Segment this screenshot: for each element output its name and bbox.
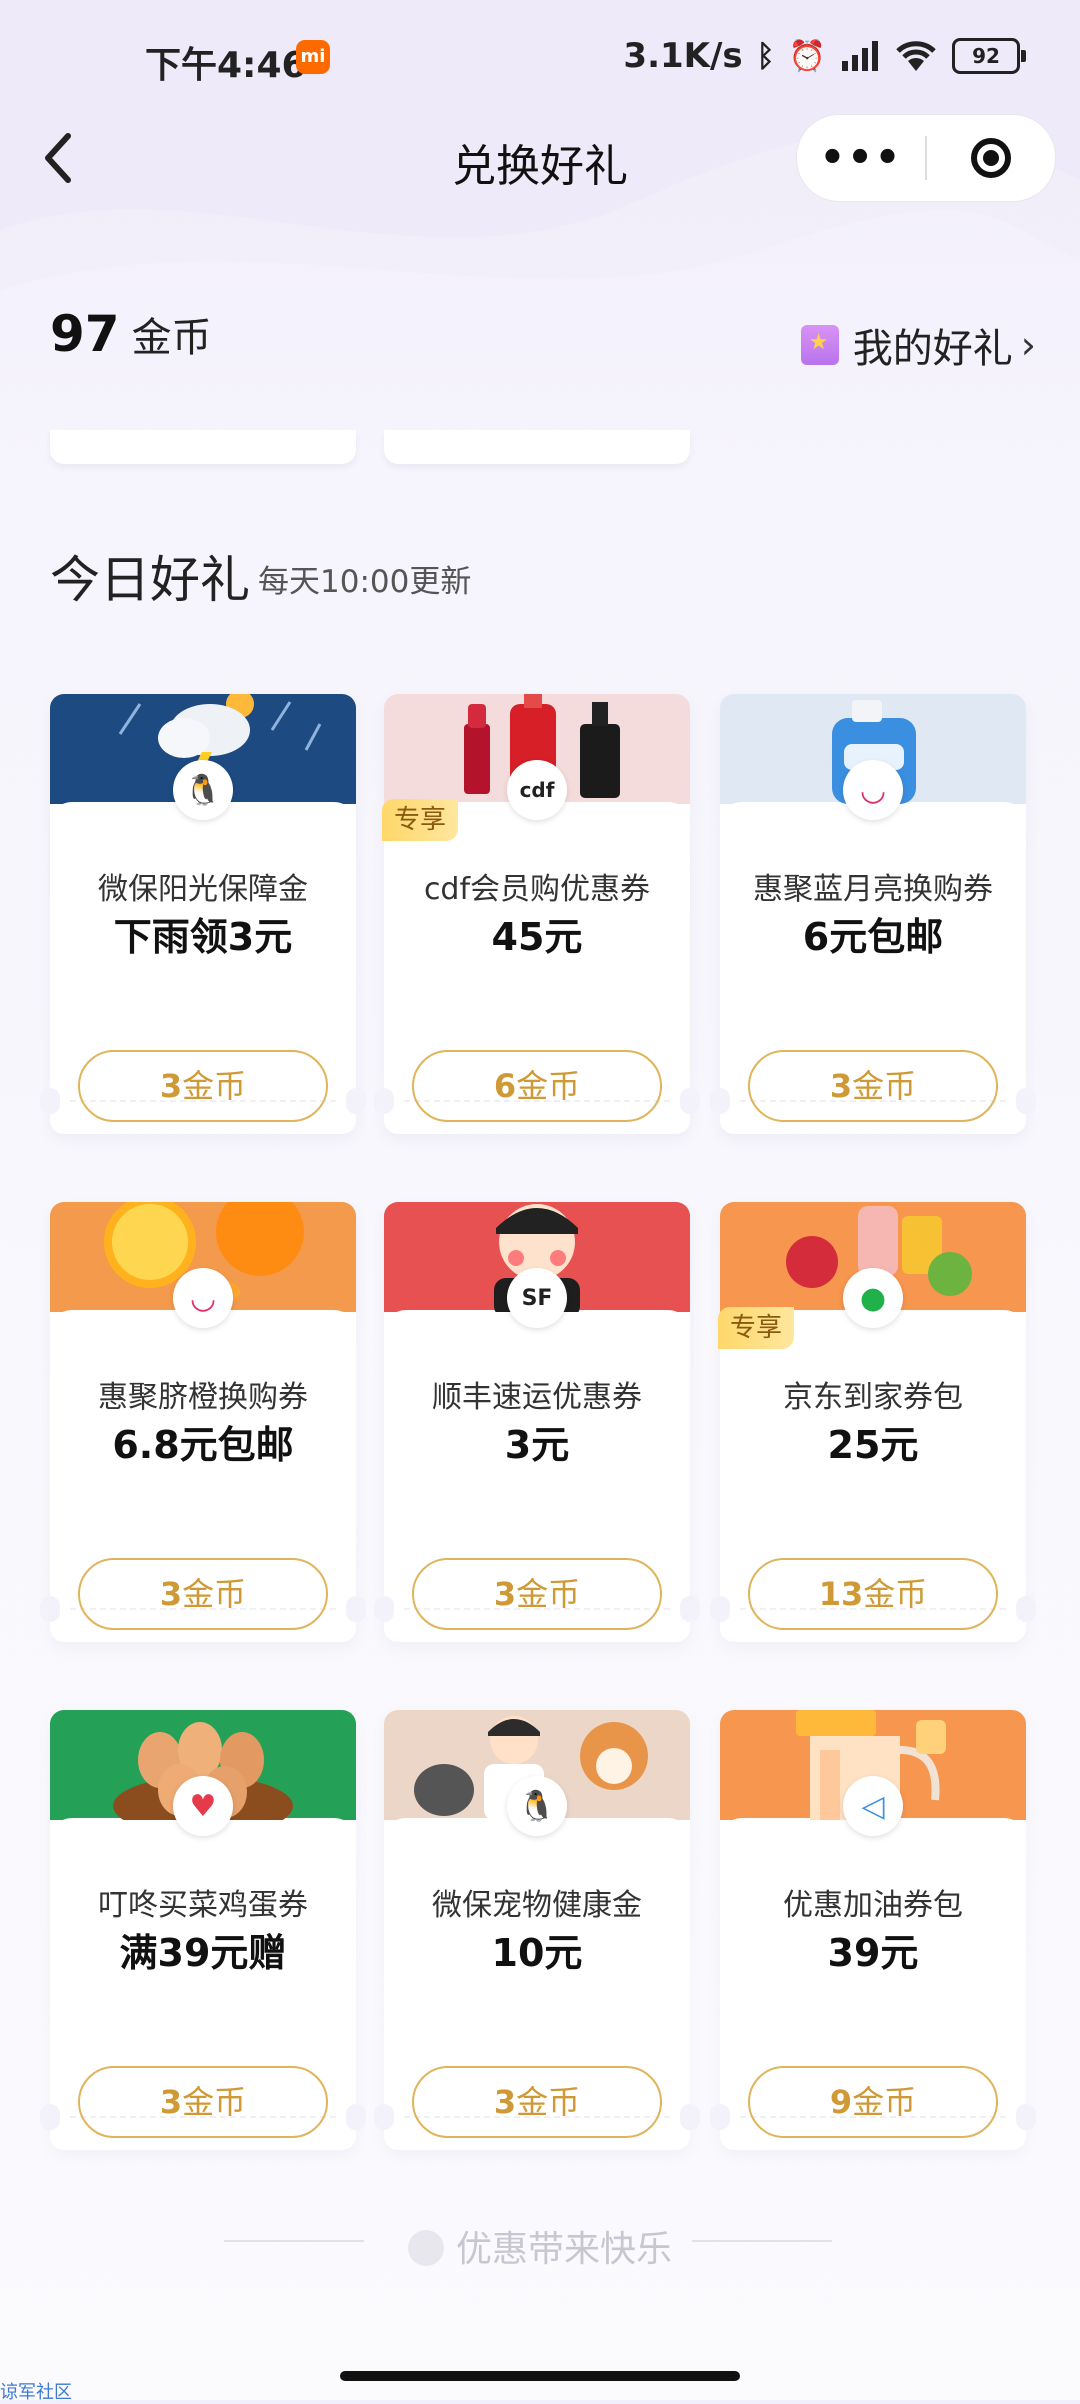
exclusive-tag: 专享 (382, 799, 459, 841)
gift-card[interactable]: ◁ 优惠加油券包 39元 9金币 (710, 1710, 1036, 2150)
coin-amount: 97 (50, 305, 120, 363)
redeem-button[interactable]: 3金币 (78, 1050, 328, 1122)
redeem-cost: 3 (829, 1067, 853, 1105)
redeem-cost: 3 (159, 1067, 183, 1105)
redeem-coin-label: 金币 (182, 1067, 247, 1105)
chevron-right-icon: › (1020, 323, 1036, 367)
redeem-button[interactable]: 3金币 (412, 1558, 662, 1630)
gift-card[interactable]: SF 顺丰速运优惠券 3元 3金币 (374, 1202, 700, 1642)
footer: 优惠带来快乐 (0, 2210, 1080, 2270)
gift-card[interactable]: ◡ 惠聚蓝月亮换购券 6元包邮 3金币 (710, 694, 1036, 1134)
card-brand: 惠聚脐橙换购券 (98, 1380, 308, 1415)
scrolled-card-remnant (384, 430, 690, 464)
target-icon (971, 138, 1011, 178)
wifi-icon (896, 41, 936, 71)
section-subtitle: 每天10:00更新 (258, 564, 472, 600)
card-brand: 惠聚蓝月亮换购券 (753, 872, 993, 907)
redeem-button[interactable]: 13金币 (748, 1558, 998, 1630)
cdf-logo: cdf (507, 760, 567, 820)
nav-bar: 兑换好礼 ••• (0, 110, 1080, 210)
card-brand: cdf会员购优惠券 (423, 872, 651, 907)
redeem-coin-label: 金币 (852, 2083, 917, 2121)
card-value: 下雨领3元 (113, 915, 293, 959)
gift-card[interactable]: 🐧 微保宠物健康金 10元 3金币 (374, 1710, 700, 2150)
card-brand: 微保阳光保障金 (98, 872, 308, 907)
card-value: 3元 (504, 1423, 570, 1467)
redeem-button[interactable]: 3金币 (78, 2066, 328, 2138)
card-brand: 顺丰速运优惠券 (432, 1380, 642, 1415)
network-speed: 3.1K/s (623, 36, 743, 76)
redeem-coin-label: 金币 (863, 1575, 928, 1613)
penguin-icon: 🐧 (173, 760, 233, 820)
exclusive-tag: 专享 (718, 1307, 795, 1349)
battery-icon: 92 (952, 38, 1026, 74)
redeem-button[interactable]: 3金币 (412, 2066, 662, 2138)
card-brand: 优惠加油券包 (783, 1888, 963, 1923)
coin-balance: 97 金币 (50, 305, 212, 363)
dingdong-icon: ♥ (173, 1776, 233, 1836)
redeem-coin-label: 金币 (182, 2083, 247, 2121)
card-value: 45元 (491, 915, 583, 959)
penguin-icon: 🐧 (507, 1776, 567, 1836)
redeem-button[interactable]: 6金币 (412, 1050, 662, 1122)
redeem-cost: 9 (829, 2083, 853, 2121)
redeem-cost: 3 (159, 2083, 183, 2121)
mi-badge-icon: mi (296, 40, 330, 74)
redeem-coin-label: 金币 (516, 2083, 581, 2121)
redeem-coin-label: 金币 (852, 1067, 917, 1105)
happy-icon (407, 2230, 444, 2266)
card-value: 10元 (491, 1931, 583, 1975)
card-value: 6.8元包邮 (112, 1423, 294, 1467)
card-brand: 叮咚买菜鸡蛋券 (98, 1888, 308, 1923)
home-indicator[interactable] (340, 2371, 740, 2381)
card-value: 满39元赠 (119, 1931, 287, 1975)
coin-unit: 金币 (131, 315, 212, 361)
footer-text: 优惠带来快乐 (455, 2229, 672, 2270)
redeem-cost: 3 (159, 1575, 183, 1613)
card-value: 39元 (827, 1931, 919, 1975)
gift-card[interactable]: 专享 cdf cdf会员购优惠券 45元 6金币 (374, 694, 700, 1134)
signal-icon (842, 41, 878, 71)
alarm-icon: ⏰ (788, 38, 826, 74)
jd-dog-icon: ● (843, 1268, 903, 1328)
footer-slogan: 优惠带来快乐 (0, 2220, 1080, 2272)
gift-box-icon (800, 325, 839, 365)
redeem-cost: 3 (493, 2083, 517, 2121)
gift-card[interactable]: 🐧 微保阳光保障金 下雨领3元 3金币 (40, 694, 366, 1134)
fuel-icon: ◁ (843, 1776, 903, 1836)
my-gifts-link[interactable]: 我的好礼 › (800, 316, 1036, 374)
miniapp-capsule: ••• (796, 114, 1056, 202)
watermark-text: 谅军社区 (0, 2382, 72, 2403)
close-button[interactable] (927, 138, 1055, 178)
redeem-coin-label: 金币 (516, 1067, 581, 1105)
sf-icon: SF (507, 1268, 567, 1328)
status-bar: 下午4:46 mi 3.1K/s ᛒ ⏰ 92 (0, 0, 1080, 120)
my-gifts-label: 我的好礼 (852, 326, 1013, 372)
redeem-cost: 13 (818, 1575, 864, 1613)
status-time: 下午4:46 (145, 45, 307, 86)
huiju-icon: ◡ (843, 760, 903, 820)
redeem-coin-label: 金币 (182, 1575, 247, 1613)
gift-card[interactable]: ♥ 叮咚买菜鸡蛋券 满39元赠 3金币 (40, 1710, 366, 2150)
redeem-cost: 6 (493, 1067, 517, 1105)
status-right: 3.1K/s ᛒ ⏰ 92 (623, 36, 1026, 76)
gift-card[interactable]: ◡ 惠聚脐橙换购券 6.8元包邮 3金币 (40, 1202, 366, 1642)
section-title: 今日好礼 (50, 551, 250, 609)
redeem-button[interactable]: 3金币 (78, 1558, 328, 1630)
card-value: 6元包邮 (802, 915, 944, 959)
scrolled-card-remnant (50, 430, 356, 464)
gift-card[interactable]: 专享 ● 京东到家券包 25元 13金币 (710, 1202, 1036, 1642)
more-button[interactable]: ••• (797, 135, 925, 181)
redeem-cost: 3 (493, 1575, 517, 1613)
redeem-button[interactable]: 3金币 (748, 1050, 998, 1122)
card-brand: 京东到家券包 (783, 1380, 963, 1415)
huiju-icon: ◡ (173, 1268, 233, 1328)
card-value: 25元 (827, 1423, 919, 1467)
redeem-button[interactable]: 9金币 (748, 2066, 998, 2138)
card-brand: 微保宠物健康金 (432, 1888, 642, 1923)
redeem-coin-label: 金币 (516, 1575, 581, 1613)
bluetooth-icon: ᛒ (756, 38, 775, 74)
